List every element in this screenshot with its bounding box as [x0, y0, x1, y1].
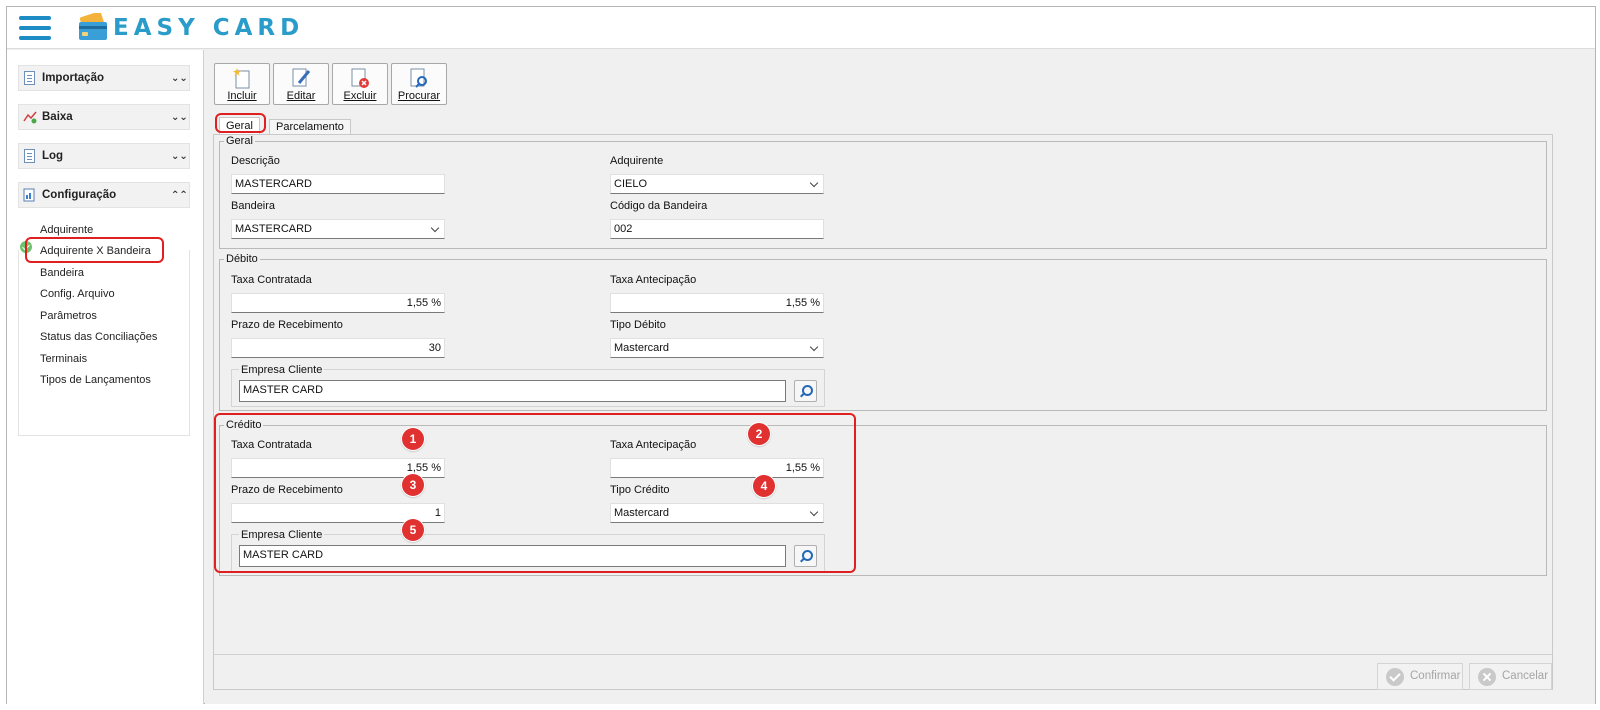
check-icon [20, 241, 32, 253]
credito-taxa-antecipacao-label: Taxa Antecipação [610, 439, 697, 451]
step-badge-2: 2 [748, 423, 770, 445]
debito-taxa-antecipacao-label: Taxa Antecipação [610, 274, 697, 286]
debito-empresa-search-icon[interactable] [794, 380, 817, 402]
credito-empresa-input[interactable]: MASTER CARD [239, 545, 786, 567]
sidebar-item-status-conciliacoes[interactable]: Status das Conciliações [40, 331, 157, 343]
sidebar-item-adquirente-x-bandeira[interactable]: Adquirente X Bandeira [40, 245, 151, 257]
delete-document-icon [350, 67, 370, 89]
excluir-label: Excluir [343, 90, 377, 102]
document-icon [23, 71, 37, 85]
chevron-up-icon: ⌃⌃ [171, 189, 188, 201]
incluir-button[interactable]: Incluir [214, 63, 270, 105]
edit-document-icon [291, 67, 311, 89]
debito-taxa-antecipacao-input[interactable]: 1,55 % [610, 293, 824, 313]
codigo-bandeira-input[interactable]: 002 [610, 219, 824, 239]
debito-taxa-contratada-input[interactable]: 1,55 % [231, 293, 445, 313]
confirm-check-icon [1386, 668, 1404, 686]
tipo-credito-label: Tipo Crédito [610, 484, 670, 496]
step-badge-5: 5 [402, 519, 424, 541]
hamburger-menu-icon[interactable] [19, 16, 51, 42]
sidebar-section-baixa[interactable]: Baixa ⌄⌄ [18, 104, 190, 130]
chevron-down-icon: ⌄⌄ [171, 150, 188, 162]
cancelar-label: Cancelar [1502, 670, 1549, 682]
bandeira-label: Bandeira [231, 200, 276, 212]
geral-legend: Geral [226, 135, 253, 147]
excluir-button[interactable]: Excluir [332, 63, 388, 105]
sidebar-section-configuracao[interactable]: Configuração ⌃⌃ [18, 182, 190, 208]
editar-button[interactable]: Editar [273, 63, 329, 105]
step-badge-1: 1 [402, 428, 424, 450]
credito-taxa-contratada-label: Taxa Contratada [231, 439, 312, 451]
main-content: Incluir Editar Excluir Procurar Geral Pa… [205, 50, 1595, 704]
procurar-label: Procurar [397, 90, 441, 102]
debito-legend: Débito [226, 253, 258, 265]
step-badge-3: 3 [402, 474, 424, 496]
sidebar-section-importacao[interactable]: Importação ⌄⌄ [18, 65, 190, 91]
sidebar-section-label: Log [42, 150, 64, 162]
sidebar-section-log[interactable]: Log ⌄⌄ [18, 143, 190, 169]
sidebar-section-label: Importação [42, 72, 104, 84]
search-document-icon [409, 67, 429, 89]
debito-prazo-input[interactable]: 30 [231, 338, 445, 358]
sidebar-section-label: Configuração [42, 189, 117, 201]
chevron-down-icon: ⌄⌄ [171, 111, 188, 123]
tab-panel-geral: Geral Descrição MASTERCARD Adquirente CI… [213, 134, 1553, 690]
credito-taxa-antecipacao-input[interactable]: 1,55 % [610, 458, 824, 478]
descricao-input[interactable]: MASTERCARD [231, 174, 445, 194]
tipo-credito-select[interactable]: Mastercard [610, 503, 824, 523]
sidebar-section-label: Baixa [42, 111, 73, 123]
debito-empresa-label: Empresa Cliente [239, 364, 325, 376]
sidebar-item-parametros[interactable]: Parâmetros [40, 310, 97, 322]
credito-empresa-label: Empresa Cliente [239, 529, 325, 541]
tipo-debito-label: Tipo Débito [610, 319, 666, 331]
settings-document-icon [23, 188, 37, 202]
sidebar-item-tipos-lancamentos[interactable]: Tipos de Lançamentos [40, 374, 151, 386]
credito-legend: Crédito [226, 419, 262, 431]
app-title: EASY CARD [113, 15, 305, 41]
incluir-label: Incluir [227, 90, 257, 102]
tipo-debito-select[interactable]: Mastercard [610, 338, 824, 358]
adquirente-select[interactable]: CIELO [610, 174, 824, 194]
adquirente-label: Adquirente [610, 155, 664, 167]
codigo-bandeira-label: Código da Bandeira [610, 200, 708, 212]
bandeira-select[interactable]: MASTERCARD [231, 219, 445, 239]
editar-label: Editar [286, 90, 316, 102]
procurar-button[interactable]: Procurar [391, 63, 447, 105]
tab-parcelamento[interactable]: Parcelamento [269, 119, 351, 135]
debito-empresa-input[interactable]: MASTER CARD [239, 380, 786, 402]
new-document-icon [232, 67, 252, 89]
step-badge-4: 4 [753, 475, 775, 497]
sidebar-item-config-arquivo[interactable]: Config. Arquivo [40, 288, 115, 300]
credit-card-logo-icon [79, 13, 107, 40]
debito-prazo-label: Prazo de Recebimento [231, 319, 343, 331]
app-window: EASY CARD Importação ⌄⌄ Baixa ⌄⌄ Log ⌄⌄ … [6, 6, 1596, 704]
app-header: EASY CARD [7, 7, 1595, 49]
confirmar-label: Confirmar [1410, 670, 1461, 682]
sidebar-item-adquirente[interactable]: Adquirente [40, 224, 93, 236]
document-icon [23, 149, 37, 163]
footer-bar: Confirmar Cancelar [213, 654, 1553, 698]
cancel-x-icon [1478, 668, 1496, 686]
chart-icon [23, 110, 37, 124]
sidebar-item-bandeira[interactable]: Bandeira [40, 267, 84, 279]
chevron-down-icon: ⌄⌄ [171, 72, 188, 84]
debito-taxa-contratada-label: Taxa Contratada [231, 274, 312, 286]
cancelar-button[interactable]: Cancelar [1469, 663, 1552, 690]
tab-geral[interactable]: Geral [219, 117, 260, 135]
sidebar-item-terminais[interactable]: Terminais [40, 353, 87, 365]
credito-prazo-label: Prazo de Recebimento [231, 484, 343, 496]
credito-empresa-search-icon[interactable] [794, 545, 817, 567]
sidebar: Importação ⌄⌄ Baixa ⌄⌄ Log ⌄⌄ Configuraç… [7, 50, 204, 704]
descricao-label: Descrição [231, 155, 280, 167]
confirmar-button[interactable]: Confirmar [1377, 663, 1463, 690]
